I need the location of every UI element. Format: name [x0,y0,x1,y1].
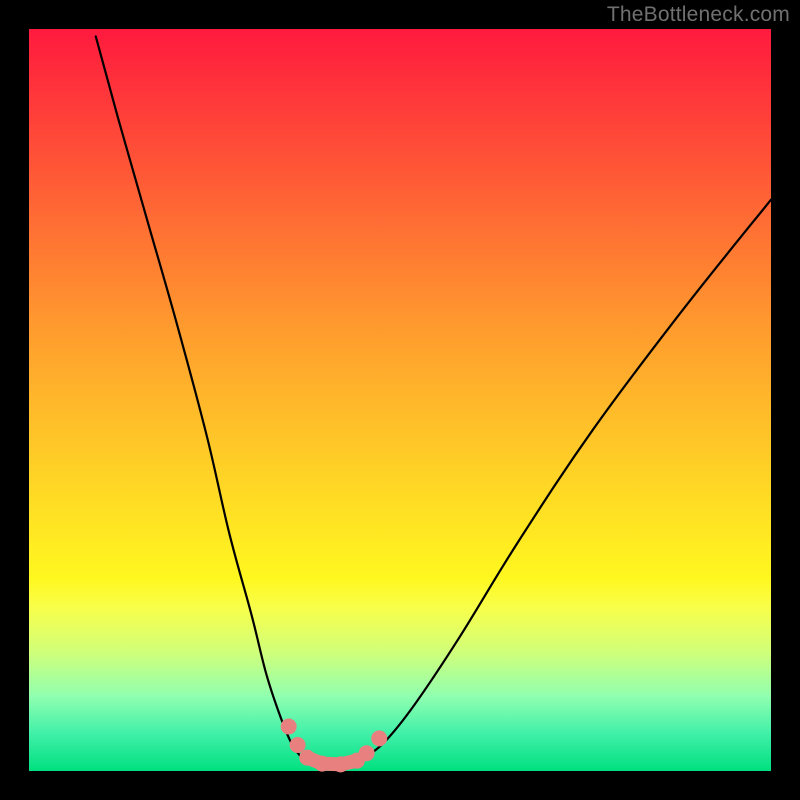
marker-dot [359,745,375,761]
marker-dot [299,750,315,766]
marker-dot [333,756,349,772]
marker-dot [281,718,297,734]
chart-area [29,29,771,771]
curve-left-branch [96,36,304,759]
marker-dots-group [281,718,388,772]
marker-dot [371,730,387,746]
marker-dot [314,756,330,772]
curve-right-branch [363,200,771,759]
chart-svg [29,29,771,771]
marker-dot [290,737,306,753]
watermark-text: TheBottleneck.com [607,3,790,27]
